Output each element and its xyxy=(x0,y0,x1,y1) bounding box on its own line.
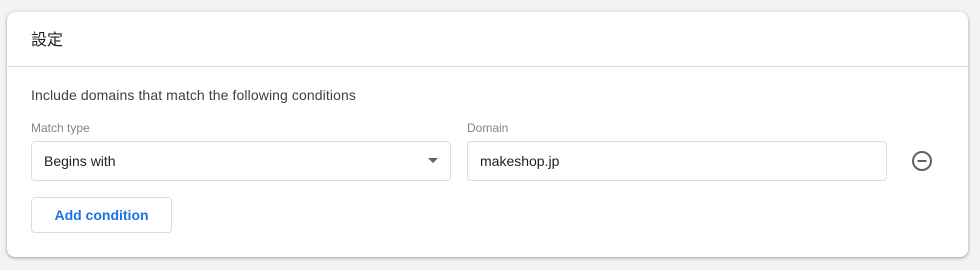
add-condition-button[interactable]: Add condition xyxy=(31,197,172,233)
conditions-heading: Include domains that match the following… xyxy=(31,87,356,103)
remove-condition-button[interactable] xyxy=(909,148,935,174)
domain-label: Domain xyxy=(467,121,509,135)
card-header: 設定 xyxy=(7,12,968,67)
card-title: 設定 xyxy=(31,32,64,49)
match-type-value: Begins with xyxy=(44,153,116,169)
domain-input[interactable] xyxy=(467,141,887,181)
match-type-label: Match type xyxy=(31,121,90,135)
remove-circle-outline-icon xyxy=(912,151,932,171)
settings-card: 設定 Include domains that match the follow… xyxy=(7,12,968,257)
match-type-select[interactable]: Begins with xyxy=(31,141,451,181)
dropdown-arrow-icon xyxy=(428,158,438,163)
